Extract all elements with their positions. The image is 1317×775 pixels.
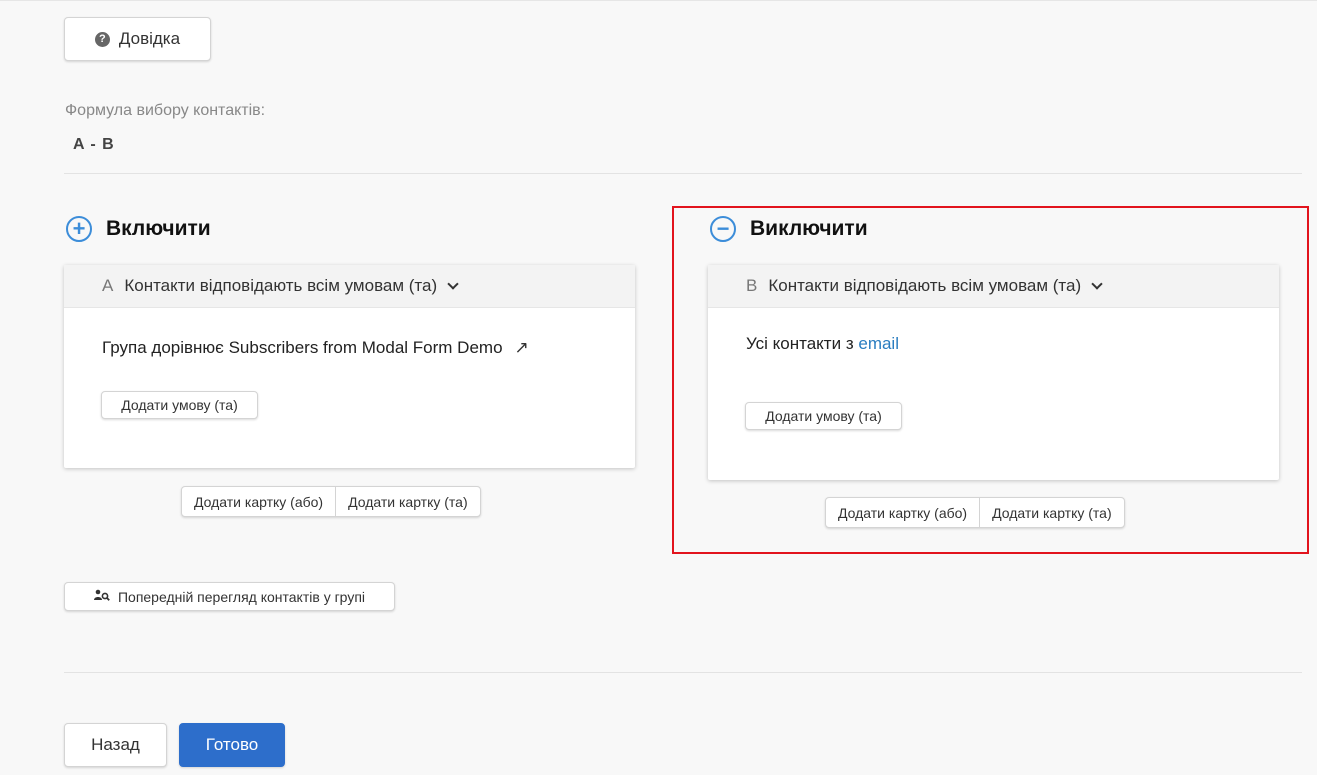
exclude-card: B Контакти відповідають всім умовам (та)…	[708, 265, 1279, 480]
formula-label: Формула вибору контактів:	[65, 102, 266, 119]
done-button[interactable]: Готово	[179, 723, 285, 767]
chevron-down-icon	[447, 278, 459, 290]
exclude-section-title: − Виключити	[710, 216, 868, 242]
preview-label: Попередній перегляд контактів у групі	[117, 588, 366, 605]
add-condition-button[interactable]: Додати умову (та)	[101, 391, 258, 419]
add-card-or-button[interactable]: Додати картку (або)	[826, 498, 979, 527]
help-button-label: Довідка	[118, 29, 181, 48]
exclude-condition[interactable]: Усі контакти з email	[746, 334, 899, 354]
condition-text: Група дорівнює Subscribers from Modal Fo…	[102, 338, 503, 357]
add-condition-label: Додати умову (та)	[121, 397, 238, 413]
help-button[interactable]: ? Довідка	[64, 17, 211, 61]
condition-email-link[interactable]: email	[858, 334, 899, 353]
card-match-select: Контакти відповідають всім умовам (та)	[124, 276, 438, 295]
person-search-icon	[93, 589, 110, 604]
divider	[64, 173, 1302, 174]
add-condition-label: Додати умову (та)	[765, 408, 882, 424]
add-card-and-button[interactable]: Додати картку (та)	[979, 498, 1124, 527]
top-border	[0, 0, 1317, 1]
minus-circle-icon: −	[710, 216, 736, 242]
chevron-down-icon	[1091, 278, 1103, 290]
include-section-title: + Включити	[66, 216, 211, 242]
exclude-card-header[interactable]: B Контакти відповідають всім умовам (та)	[708, 265, 1279, 308]
divider	[64, 672, 1302, 673]
external-link-arrow-icon[interactable]: ↗	[515, 338, 529, 358]
include-card: A Контакти відповідають всім умовам (та)…	[64, 265, 635, 468]
add-card-and-button[interactable]: Додати картку (та)	[335, 487, 480, 516]
exclude-title: Виключити	[750, 217, 868, 240]
add-condition-button[interactable]: Додати умову (та)	[745, 402, 902, 430]
plus-circle-icon: +	[66, 216, 92, 242]
card-letter: A	[102, 276, 114, 295]
include-add-card-group: Додати картку (або) Додати картку (та)	[181, 486, 481, 517]
include-card-header[interactable]: A Контакти відповідають всім умовам (та)	[64, 265, 635, 308]
preview-contacts-button[interactable]: Попередній перегляд контактів у групі	[64, 582, 395, 611]
formula-value: A - B	[73, 136, 115, 153]
include-condition[interactable]: Група дорівнює Subscribers from Modal Fo…	[102, 338, 529, 358]
back-button[interactable]: Назад	[64, 723, 167, 767]
card-letter: B	[746, 276, 758, 295]
card-match-select: Контакти відповідають всім умовам (та)	[768, 276, 1082, 295]
include-title: Включити	[106, 217, 211, 240]
question-circle-icon: ?	[94, 31, 110, 47]
condition-prefix: Усі контакти з	[746, 334, 854, 353]
exclude-add-card-group: Додати картку (або) Додати картку (та)	[825, 497, 1125, 528]
add-card-or-button[interactable]: Додати картку (або)	[182, 487, 335, 516]
